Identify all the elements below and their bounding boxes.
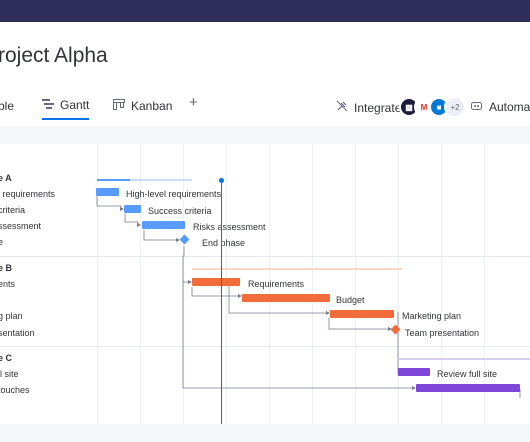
bar-label: High-level requirements <box>126 189 222 199</box>
row-label[interactable]: ents <box>0 279 15 289</box>
group-label[interactable]: e C <box>0 353 12 363</box>
gantt-bar[interactable] <box>192 278 240 286</box>
gantt-bar[interactable] <box>330 310 394 318</box>
group-progress-bar <box>398 358 530 360</box>
gantt-bar[interactable] <box>96 188 119 196</box>
row-label[interactable]: e <box>0 237 3 247</box>
bottom-bar <box>0 424 530 442</box>
row-label[interactable]: l requirements <box>0 189 55 199</box>
group-progress-bar <box>192 268 402 270</box>
bar-label: Requirements <box>248 279 305 289</box>
gantt-bar[interactable] <box>142 221 185 229</box>
gantt-bar[interactable] <box>242 294 330 302</box>
today-marker-line <box>221 180 222 424</box>
row-label[interactable]: sentation <box>0 328 35 338</box>
gantt-bar[interactable] <box>398 368 430 376</box>
gantt-bar[interactable] <box>416 384 520 392</box>
group-label[interactable]: e B <box>0 263 12 273</box>
bar-label: Marketing plan <box>402 311 462 321</box>
group-progress-fill <box>97 179 130 181</box>
row-label[interactable]: ll site <box>0 369 19 379</box>
bar-label: Success criteria <box>148 206 212 216</box>
bar-label: Review full site <box>437 369 498 379</box>
row-label[interactable]: touches <box>0 385 30 395</box>
bar-label: Team presentation <box>405 328 480 338</box>
row-label[interactable]: criteria <box>0 205 25 215</box>
bar-label: Budget <box>336 295 365 305</box>
bar-label: Risks assessment <box>193 222 266 232</box>
row-label[interactable]: g plan <box>0 311 23 321</box>
gantt-bar[interactable] <box>124 205 141 213</box>
row-label[interactable]: ssessment <box>0 221 41 231</box>
group-label[interactable]: e A <box>0 173 12 183</box>
bar-label: End phase <box>202 238 246 248</box>
today-marker-dot <box>219 178 224 183</box>
